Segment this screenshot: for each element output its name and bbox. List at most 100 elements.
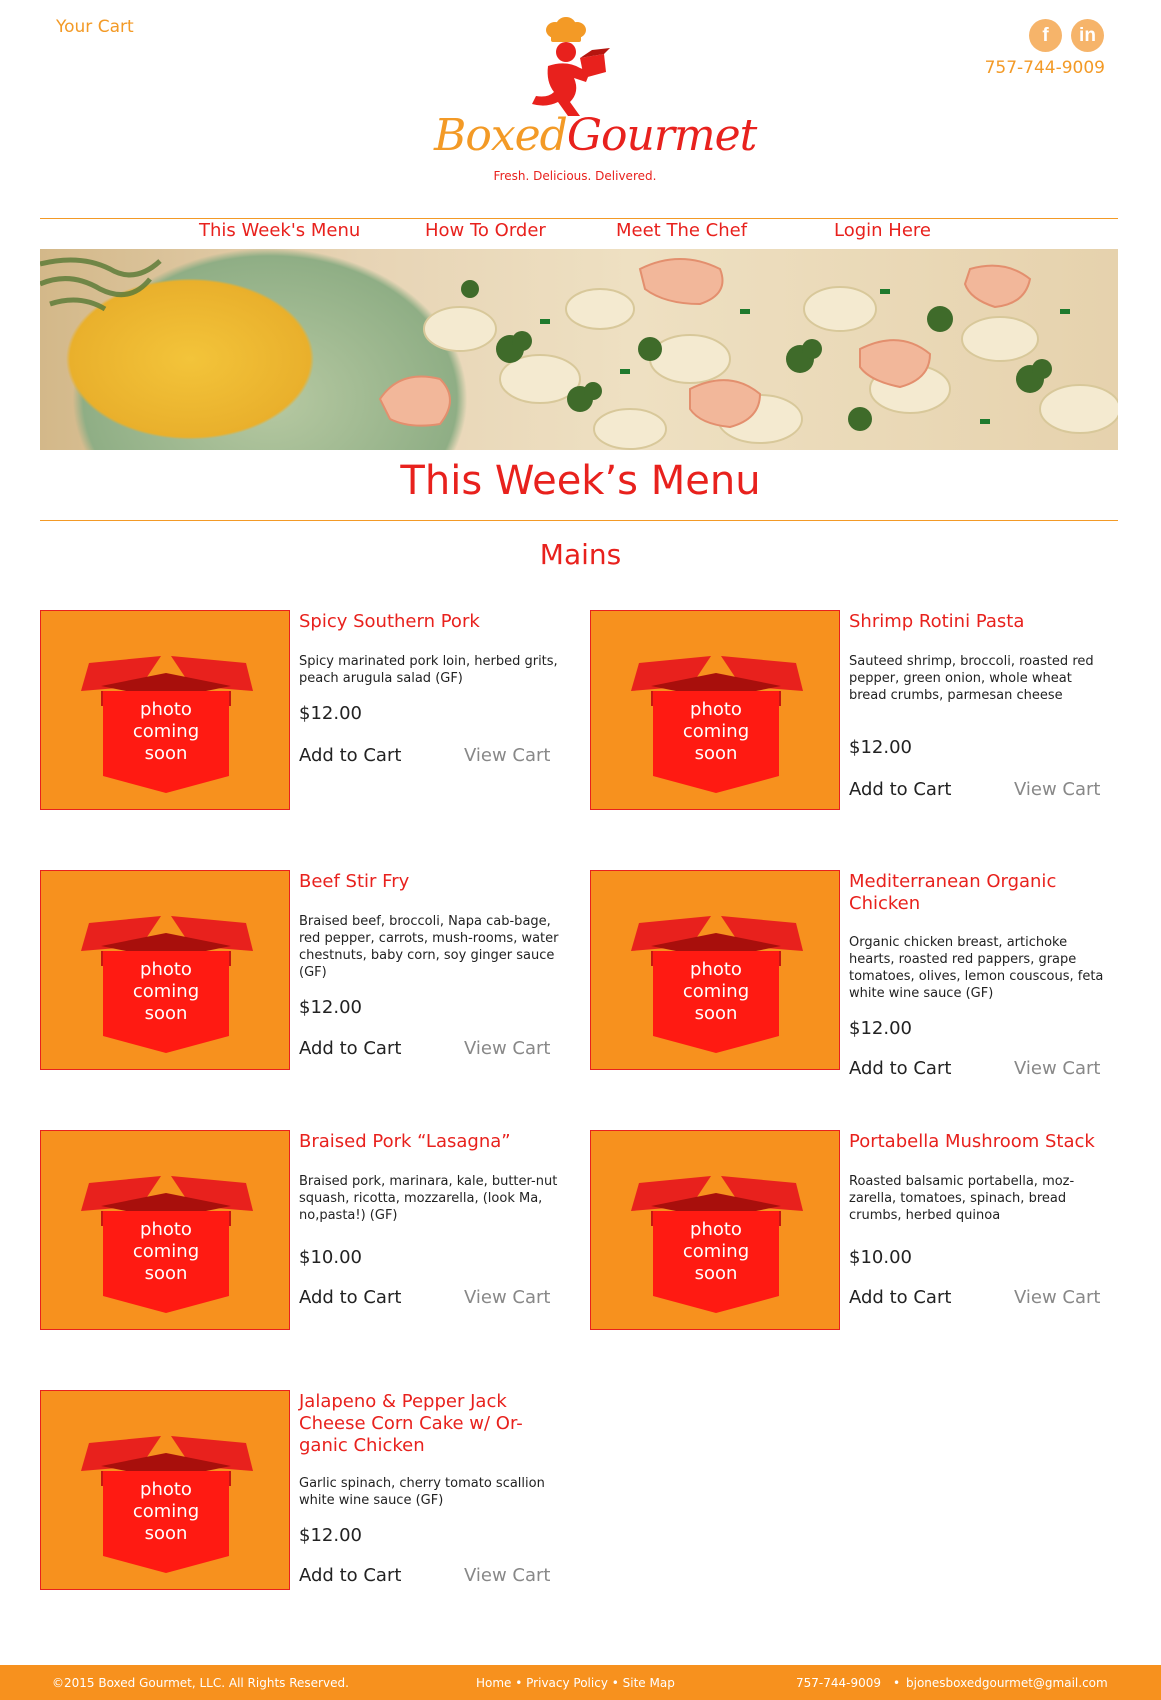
pasta-illustration [40,257,1118,450]
main-nav: This Week's Menu How To Order Meet The C… [0,220,1161,248]
placeholder-line: soon [144,1003,188,1024]
item-description: Braised beef, broccoli, Napa cab-bage, r… [299,914,559,980]
item-price: $12.00 [299,703,362,724]
menu-item: photo coming soon Portabella Mushroom Stack… [590,1130,1130,1340]
placeholder-line: soon [694,1003,738,1024]
logo-word-gourmet: Gourmet [566,110,757,161]
placeholder-line: coming [132,981,200,1002]
item-name: Portabella Mushroom Stack [849,1131,1095,1152]
menu-item: photo coming soon Jalapeno & Pepper Jack Ch… [40,1390,580,1600]
site-logo[interactable]: BoxedGourmet Fresh. Delicious. Delivered… [420,12,757,202]
add-to-cart-button[interactable]: Add to Cart [849,1058,951,1079]
add-to-cart-button[interactable]: Add to Cart [849,1287,951,1308]
placeholder-line: photo [140,1479,192,1500]
footer-email-link[interactable]: bjonesboxedgourmet@gmail.com [906,1676,1108,1690]
view-cart-link[interactable]: View Cart [464,1038,551,1059]
photo-placeholder: photo coming soon [40,870,290,1070]
placeholder-line: soon [144,1263,188,1284]
photo-coming-soon-label: photo coming soon [101,1219,231,1285]
add-to-cart-button[interactable]: Add to Cart [299,1287,401,1308]
add-to-cart-button[interactable]: Add to Cart [849,779,951,800]
view-cart-link[interactable]: View Cart [464,745,551,766]
item-description: Garlic spinach, cherry tomato scallion w… [299,1476,545,1508]
section-title-mains: Mains [539,538,622,571]
view-cart-link[interactable]: View Cart [1014,1058,1101,1079]
placeholder-line: coming [132,1501,200,1522]
view-cart-link[interactable]: View Cart [1014,1287,1101,1308]
item-description: Sauteed shrimp, broccoli, roasted red pe… [849,654,1094,703]
item-name: Shrimp Rotini Pasta [849,611,1025,632]
placeholder-line: coming [682,721,750,742]
photo-placeholder: photo coming soon [40,1130,290,1330]
menu-item: photo coming soon Mediterranean Organic Chi… [590,870,1130,1080]
add-to-cart-button[interactable]: Add to Cart [299,1565,401,1586]
logo-wordmark: BoxedGourmet [434,110,757,161]
menu-item: photo coming soon Beef Stir Fry Braised beef… [40,870,580,1080]
view-cart-link[interactable]: View Cart [464,1287,551,1308]
item-name: Braised Pork “Lasagna” [299,1131,511,1152]
add-to-cart-button[interactable]: Add to Cart [299,745,401,766]
item-price: $12.00 [299,997,362,1018]
nav-login-here[interactable]: Login Here [834,220,931,241]
nav-top-divider [40,218,1118,219]
footer-copyright: ©2015 Boxed Gourmet, LLC. All Rights Res… [52,1676,349,1690]
photo-coming-soon-label: photo coming soon [651,1219,781,1285]
menu-item: photo coming soon Braised Pork “Lasagna” Bra… [40,1130,580,1340]
item-price: $10.00 [299,1247,362,1268]
placeholder-line: photo [140,959,192,980]
view-cart-link[interactable]: View Cart [464,1565,551,1586]
placeholder-line: coming [682,1241,750,1262]
logo-tagline: Fresh. Delicious. Delivered. [493,169,657,183]
photo-coming-soon-label: photo coming soon [101,699,231,765]
photo-placeholder: photo coming soon [40,610,290,810]
photo-placeholder: photo coming soon [590,870,840,1070]
footer-links[interactable]: Home • Privacy Policy • Site Map [476,1676,675,1690]
item-price: $12.00 [849,1018,912,1039]
placeholder-line: photo [690,1219,742,1240]
facebook-icon[interactable]: f [1029,19,1062,52]
add-to-cart-button[interactable]: Add to Cart [299,1038,401,1059]
placeholder-line: soon [694,1263,738,1284]
footer-separator: • [893,1676,901,1690]
photo-coming-soon-label: photo coming soon [101,1479,231,1545]
your-cart-link[interactable]: Your Cart [56,17,134,37]
item-price: $12.00 [849,737,912,758]
item-description: Organic chicken breast, artichoke hearts… [849,935,1104,1001]
photo-placeholder: photo coming soon [590,1130,840,1330]
item-description: Roasted balsamic portabella, moz-zarella… [849,1174,1075,1223]
photo-coming-soon-label: photo coming soon [101,959,231,1025]
nav-this-weeks-menu[interactable]: This Week's Menu [199,220,360,241]
chef-mascot-icon [532,17,610,116]
item-description: Braised pork, marinara, kale, butter-nut… [299,1174,558,1223]
placeholder-line: photo [140,699,192,720]
item-price: $12.00 [299,1525,362,1546]
placeholder-line: soon [144,743,188,764]
nav-meet-the-chef[interactable]: Meet The Chef [616,220,747,241]
title-divider [40,520,1118,521]
page-title: This Week’s Menu [400,458,761,504]
photo-placeholder: photo coming soon [590,610,840,810]
placeholder-line: soon [694,743,738,764]
item-description: Spicy marinated pork loin, herbed grits,… [299,654,558,686]
placeholder-line: photo [140,1219,192,1240]
placeholder-line: coming [682,981,750,1002]
placeholder-line: coming [132,721,200,742]
view-cart-link[interactable]: View Cart [1014,779,1101,800]
menu-item: photo coming soon Shrimp Rotini Pasta Sautee… [590,610,1130,820]
header-phone: 757-744-9009 [984,58,1105,78]
placeholder-line: photo [690,959,742,980]
item-name: Mediterranean Organic Chicken [849,871,1057,914]
item-name: Jalapeno & Pepper Jack Cheese Corn Cake … [299,1391,523,1456]
item-name: Beef Stir Fry [299,871,410,892]
placeholder-line: photo [690,699,742,720]
footer-phone: 757-744-9009 [796,1676,882,1690]
menu-item: photo coming soon Spicy Southern Pork Spicy … [40,610,580,820]
placeholder-line: soon [144,1523,188,1544]
nav-how-to-order[interactable]: How To Order [425,220,546,241]
photo-coming-soon-label: photo coming soon [651,699,781,765]
photo-coming-soon-label: photo coming soon [651,959,781,1025]
item-price: $10.00 [849,1247,912,1268]
linkedin-icon[interactable]: in [1071,19,1104,52]
item-name: Spicy Southern Pork [299,611,480,632]
photo-placeholder: photo coming soon [40,1390,290,1590]
